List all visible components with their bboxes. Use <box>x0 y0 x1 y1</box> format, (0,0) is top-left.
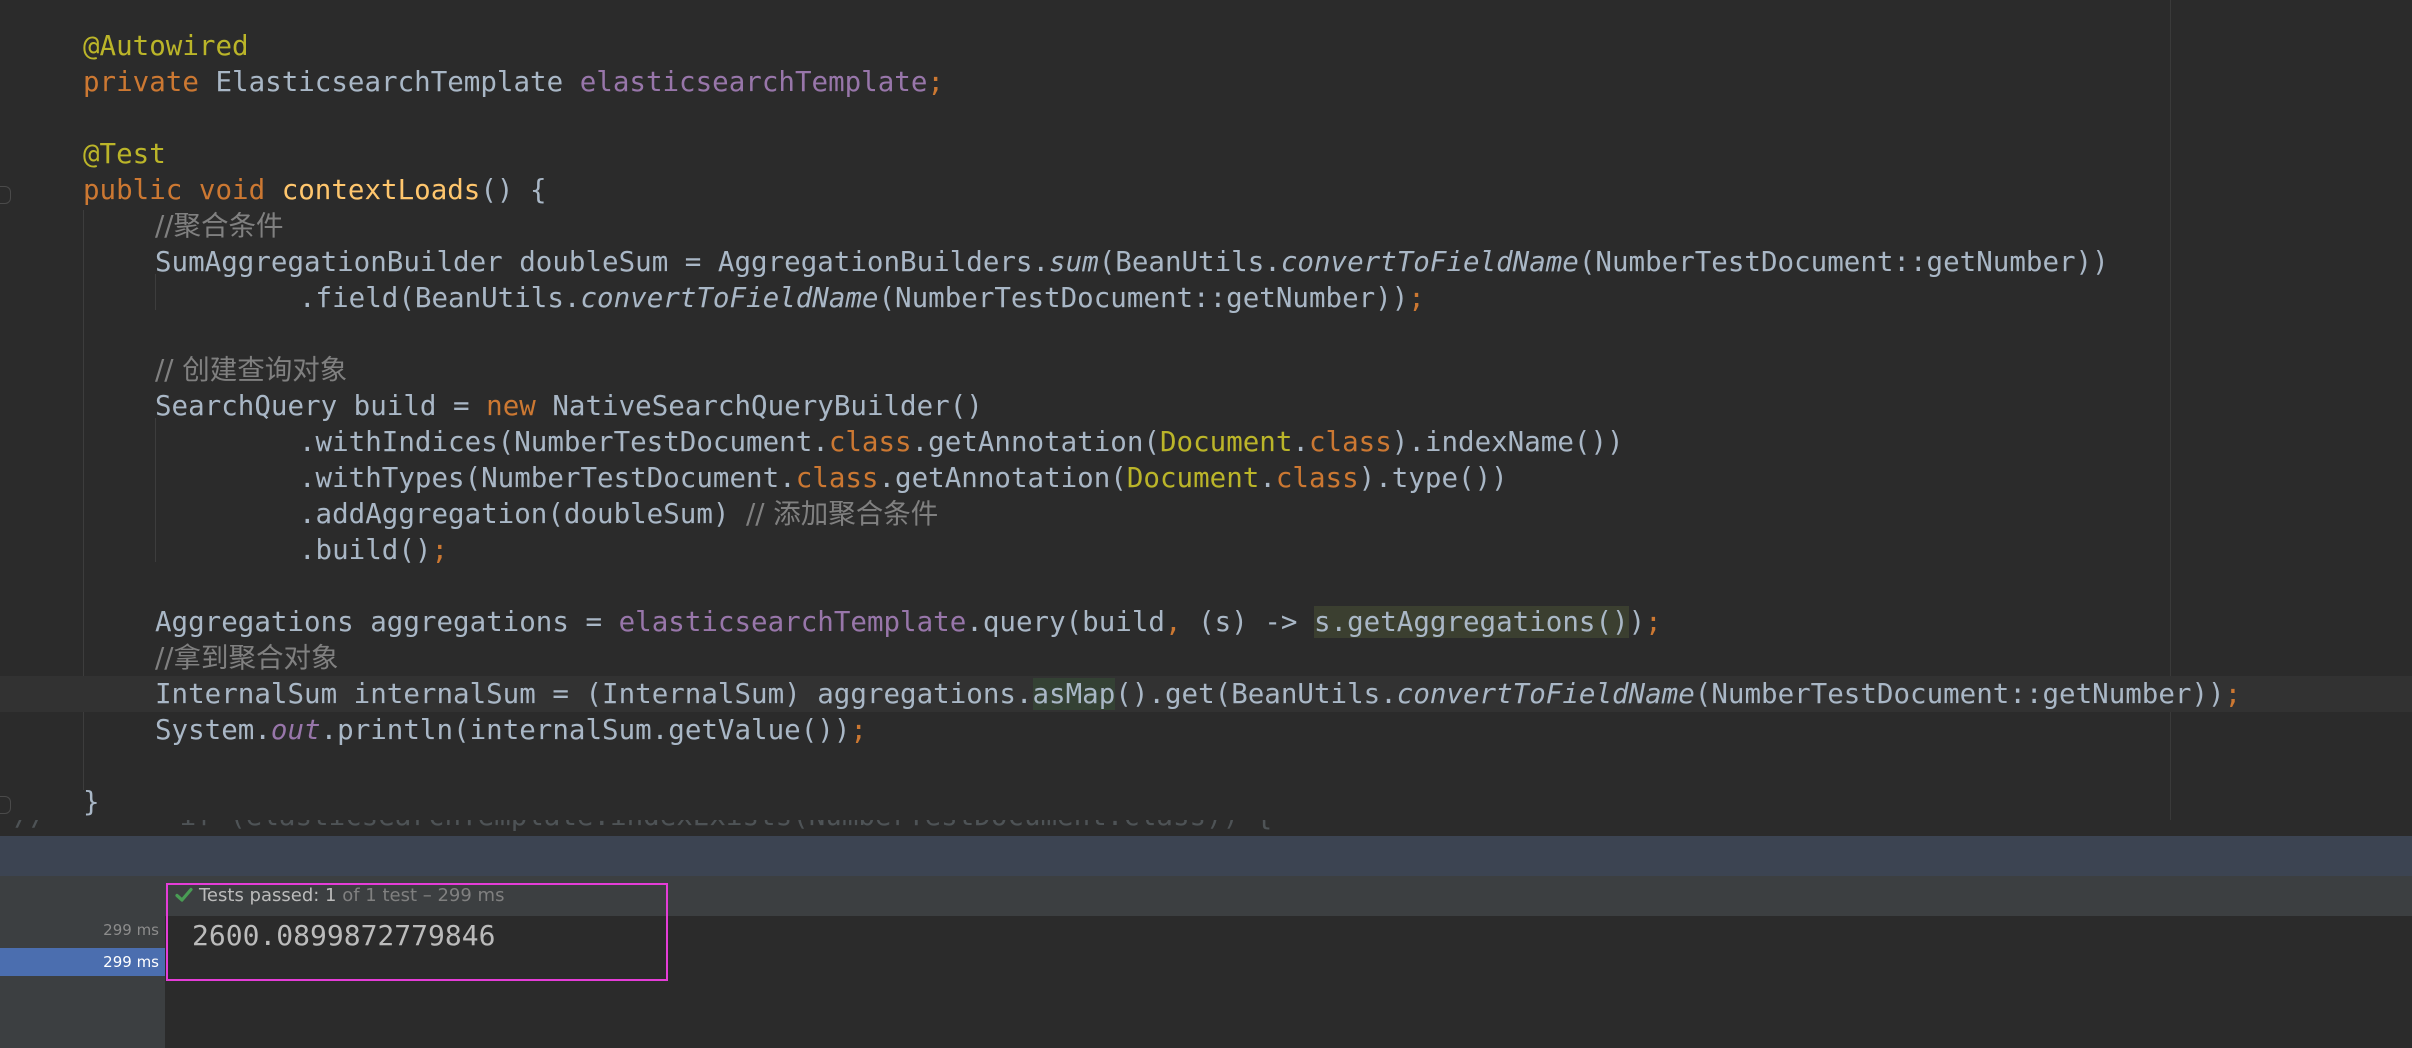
static-field: out <box>270 714 321 746</box>
code-text: // if (elasticsearchTemplate.indexExists… <box>14 820 1272 834</box>
code-text: .field(BeanUtils. <box>299 282 581 314</box>
method-call: sum <box>1049 246 1099 278</box>
annotation-type: Document <box>1126 462 1260 494</box>
lambda-highlight[interactable]: s.getAggregations() <box>1313 606 1629 638</box>
code-line[interactable]: private ElasticsearchTemplate elasticsea… <box>0 64 2412 100</box>
semicolon: ; <box>2224 678 2242 710</box>
code-line[interactable]: public void contextLoads() { <box>0 172 2412 208</box>
test-tree-row-selected[interactable]: 299 ms <box>0 948 165 976</box>
code-text: .withTypes(NumberTestDocument. <box>299 462 796 494</box>
code-line[interactable]: .withTypes(NumberTestDocument.class.getA… <box>0 460 2412 496</box>
code-line[interactable]: //拿到聚合对象 <box>0 640 2412 676</box>
field-name: elasticsearchTemplate <box>618 606 967 638</box>
code-line[interactable]: SearchQuery build = new NativeSearchQuer… <box>0 388 2412 424</box>
code-text: System. <box>155 714 271 746</box>
code-text: .println(internalSum.getValue()) <box>320 714 851 746</box>
comment: //聚合条件 <box>155 210 284 242</box>
code-line[interactable]: .withIndices(NumberTestDocument.class.ge… <box>0 424 2412 460</box>
code-text: ).type()) <box>1358 462 1508 494</box>
annotation-type: Document <box>1159 426 1293 458</box>
semicolon: ; <box>1645 606 1662 638</box>
test-tree-row[interactable]: 299 ms <box>0 916 165 944</box>
keyword: public <box>83 174 183 206</box>
comment: //拿到聚合对象 <box>155 642 339 674</box>
code-text: SearchQuery build = <box>155 390 487 422</box>
semicolon: ; <box>850 714 867 746</box>
annotation-highlight-box <box>166 883 668 981</box>
code-text: .withIndices(NumberTestDocument. <box>299 426 829 458</box>
code-text: . <box>1259 462 1276 494</box>
method-highlight[interactable]: asMap <box>1032 678 1116 710</box>
test-duration: 299 ms <box>103 953 159 971</box>
code-text: ) <box>1628 606 1646 638</box>
code-text: } <box>83 786 100 818</box>
code-line[interactable]: @Test <box>0 136 2412 172</box>
semicolon: ; <box>431 534 449 566</box>
method-call: convertToFieldName <box>1396 678 1695 710</box>
code-line[interactable]: SumAggregationBuilder doubleSum = Aggreg… <box>0 244 2412 280</box>
code-line-partial: // if (elasticsearchTemplate.indexExists… <box>0 820 2412 836</box>
code-line[interactable]: .field(BeanUtils.convertToFieldName(Numb… <box>0 280 2412 316</box>
type-name: ElasticsearchTemplate <box>198 66 580 98</box>
code-text: ().get(BeanUtils. <box>1115 678 1397 710</box>
code-text: .query(build <box>966 606 1165 638</box>
code-line[interactable]: .addAggregation(doubleSum) // 添加聚合条件 <box>0 496 2412 532</box>
code-line[interactable]: } <box>0 784 2412 820</box>
semicolon: ; <box>927 66 944 98</box>
code-text: (NumberTestDocument::getNumber)) <box>1694 678 2225 710</box>
field-name: elasticsearchTemplate <box>579 66 928 98</box>
code-text: InternalSum internalSum = (InternalSum) … <box>155 678 1033 710</box>
keyword: private <box>83 66 199 98</box>
code-text: . <box>1292 426 1309 458</box>
comment: // 添加聚合条件 <box>746 498 939 530</box>
code-text: ).indexName()) <box>1391 426 1624 458</box>
code-text: () { <box>480 174 547 206</box>
comment: // 创建查询对象 <box>155 354 348 386</box>
code-editor[interactable]: @Autowired private ElasticsearchTemplate… <box>0 0 2412 820</box>
run-tool-window-header[interactable] <box>0 836 2412 876</box>
keyword: class <box>795 462 879 494</box>
code-line[interactable]: System.out.println(internalSum.getValue(… <box>0 712 2412 748</box>
keyword: class <box>1275 462 1359 494</box>
code-line[interactable]: .build(); <box>0 532 2412 568</box>
code-text: .getAnnotation( <box>878 462 1127 494</box>
code-line[interactable]: Aggregations aggregations = elasticsearc… <box>0 604 2412 640</box>
keyword: class <box>1308 426 1392 458</box>
method-call: convertToFieldName <box>1280 246 1579 278</box>
keyword: class <box>828 426 912 458</box>
keyword: void <box>182 174 282 206</box>
semicolon: ; <box>1408 282 1425 314</box>
annotation: @Autowired <box>83 30 249 62</box>
annotation: @Test <box>83 138 166 170</box>
code-text: (s) -> <box>1181 606 1314 638</box>
code-line[interactable]: // 创建查询对象 <box>0 352 2412 388</box>
code-line-current[interactable]: InternalSum internalSum = (InternalSum) … <box>0 676 2412 712</box>
code-text: (NumberTestDocument::getNumber)) <box>878 282 1409 314</box>
code-text: Aggregations aggregations = <box>155 606 619 638</box>
method-name: contextLoads <box>281 174 481 206</box>
code-text: NativeSearchQueryBuilder() <box>535 390 983 422</box>
code-text: SumAggregationBuilder doubleSum = Aggreg… <box>155 246 1050 278</box>
code-text: .getAnnotation( <box>911 426 1160 458</box>
code-line[interactable]: //聚合条件 <box>0 208 2412 244</box>
method-call: convertToFieldName <box>580 282 879 314</box>
code-text: (NumberTestDocument::getNumber)) <box>1578 246 2109 278</box>
code-text: (BeanUtils. <box>1098 246 1281 278</box>
test-tree-panel[interactable]: 299 ms 299 ms <box>0 916 165 1048</box>
code-line[interactable]: @Autowired <box>0 28 2412 64</box>
keyword: new <box>486 390 536 422</box>
code-text: .addAggregation(doubleSum) <box>299 498 747 530</box>
comma: , <box>1164 606 1182 638</box>
test-duration: 299 ms <box>103 921 159 939</box>
code-text: .build() <box>299 534 432 566</box>
